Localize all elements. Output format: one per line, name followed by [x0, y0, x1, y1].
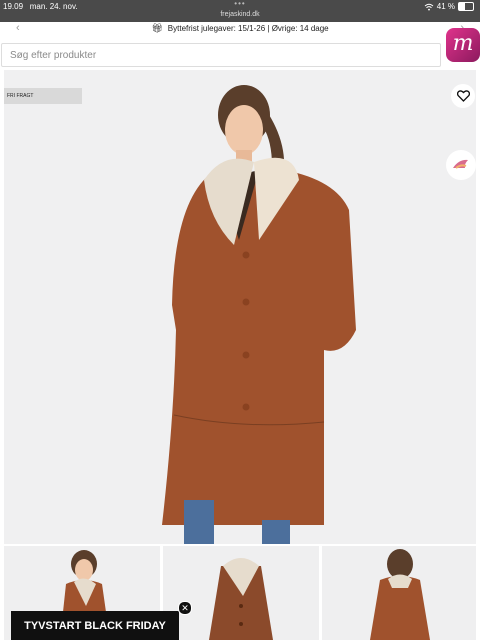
- coat-figure: [162, 85, 356, 544]
- black-friday-promo-button[interactable]: TYVSTART BLACK FRIDAY: [11, 611, 179, 640]
- announcement-bar: ‹ 🎁︎ Byttefrist julegaver: 15/1-26 | Øvri…: [0, 22, 480, 42]
- thumbnail-3[interactable]: [322, 546, 476, 640]
- gift-icon: 🎁︎: [151, 23, 163, 33]
- heart-icon: [456, 90, 470, 102]
- m-app-logo[interactable]: m: [446, 28, 480, 62]
- favorite-button[interactable]: [451, 84, 475, 108]
- bird-widget-button[interactable]: [446, 150, 476, 180]
- tab-dots-icon[interactable]: •••: [0, 0, 480, 8]
- bird-icon: [453, 159, 468, 169]
- address-bar[interactable]: frejaskind.dk: [0, 11, 480, 18]
- close-icon[interactable]: ✕: [178, 601, 192, 615]
- battery-fill: [459, 3, 465, 10]
- search-input[interactable]: [1, 43, 441, 67]
- wifi-icon: [424, 3, 434, 10]
- status-bar: 19.09 man. 24. nov. ••• frejaskind.dk 41…: [0, 0, 480, 22]
- announcement-text: 🎁︎ Byttefrist julegaver: 15/1-26 | Øvrige…: [0, 23, 480, 34]
- search-bar: [0, 43, 480, 69]
- free-shipping-badge: FRI FRAGT: [4, 88, 82, 104]
- battery-percent: 41 %: [436, 2, 455, 11]
- thumbnail-2[interactable]: [163, 546, 319, 640]
- status-right: 41 %: [424, 2, 474, 11]
- battery-icon: [458, 2, 474, 11]
- announcement-label: Byttefrist julegaver: 15/1-26 | Øvrige: …: [167, 24, 329, 33]
- product-image[interactable]: FRI FRAGT: [4, 70, 476, 544]
